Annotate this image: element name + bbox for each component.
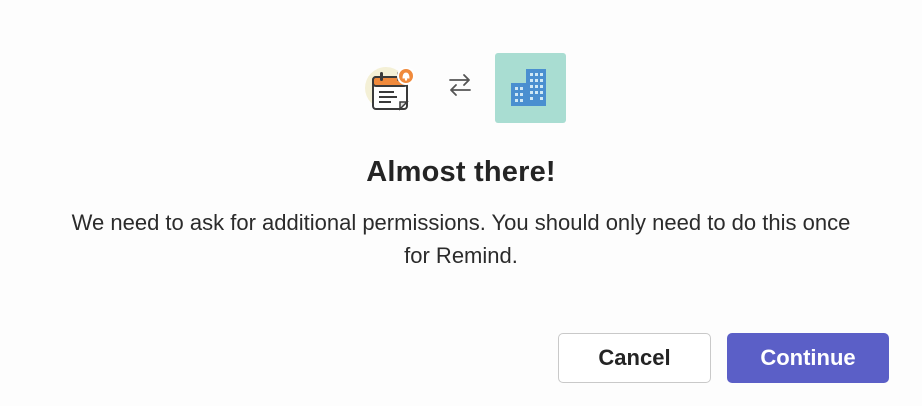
calendar-reminder-icon <box>364 64 416 116</box>
continue-button[interactable]: Continue <box>727 333 889 383</box>
dialog-title: Almost there! <box>366 156 556 188</box>
permission-dialog: Almost there! We need to ask for additio… <box>0 0 922 406</box>
dialog-message: We need to ask for additional permission… <box>71 210 851 268</box>
app-connection-graphic <box>0 52 922 124</box>
cancel-button[interactable]: Cancel <box>558 333 711 383</box>
swap-arrows-icon <box>446 72 474 98</box>
building-icon <box>495 53 566 123</box>
